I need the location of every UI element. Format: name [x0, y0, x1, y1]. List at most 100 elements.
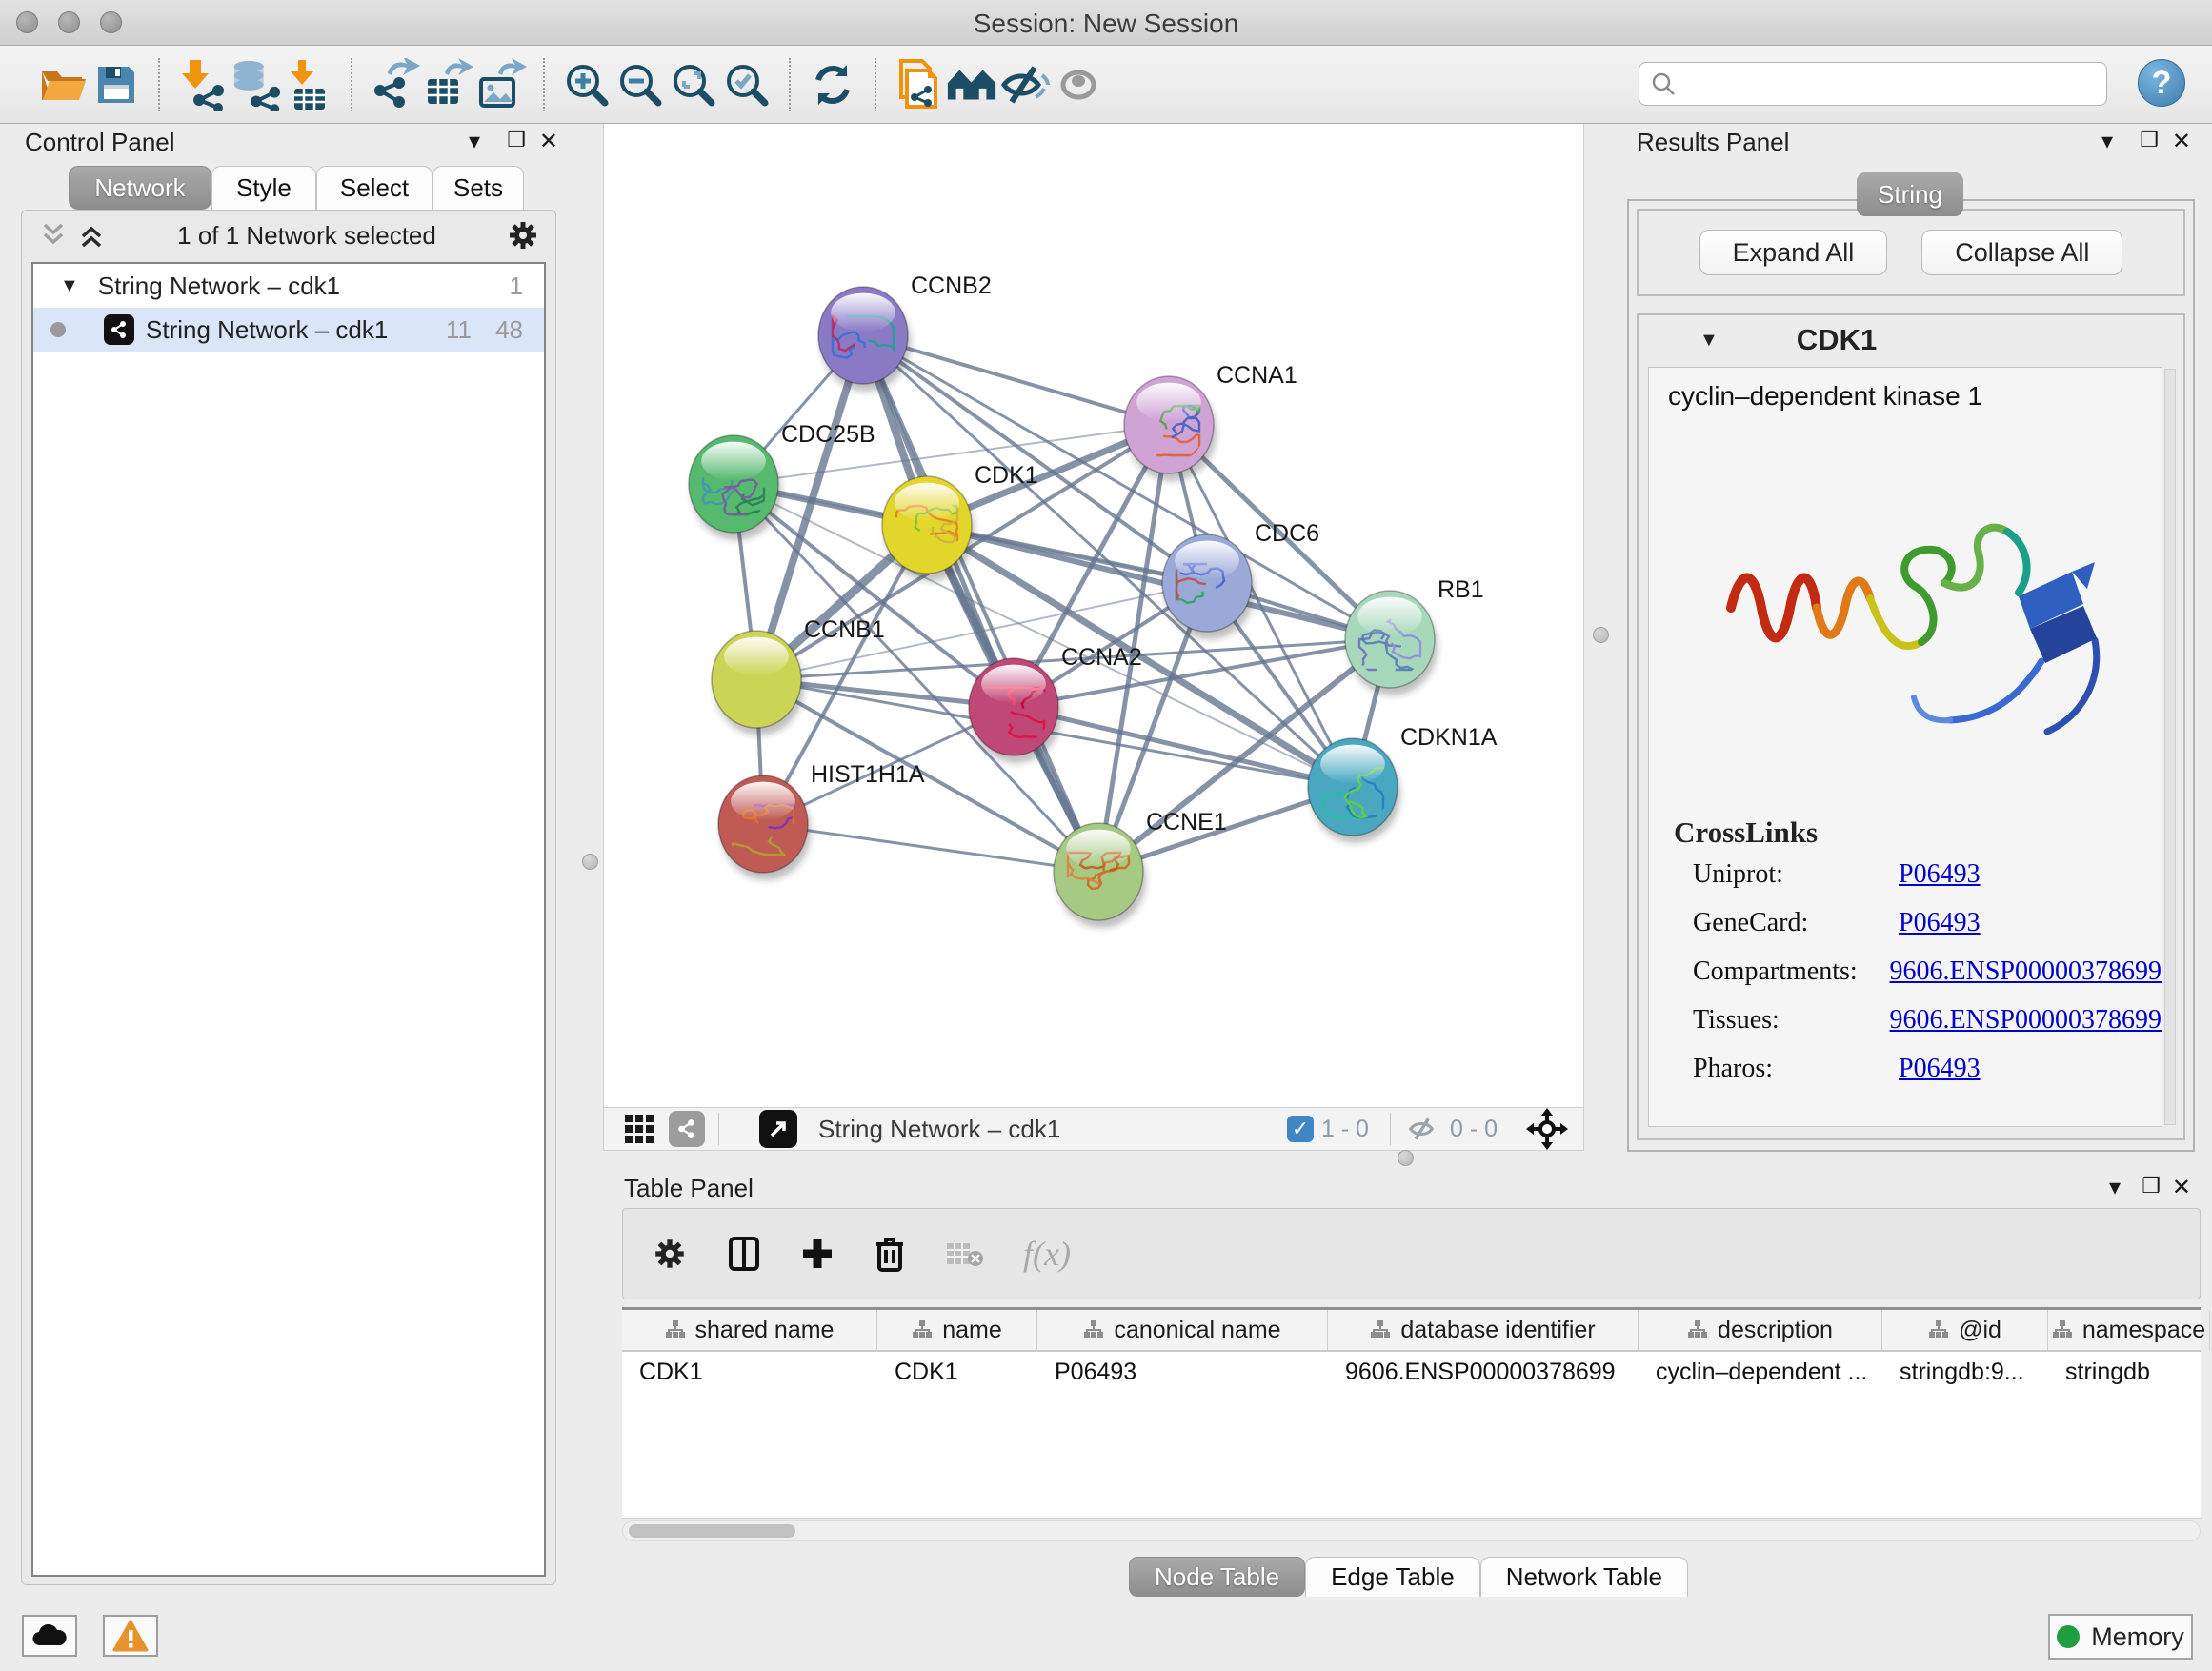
collapse-all-button[interactable]: Collapse All	[1921, 230, 2122, 275]
crosslink-link[interactable]: P06493	[1899, 859, 1981, 890]
network-options-gear-icon[interactable]	[506, 218, 540, 252]
results-panel-collapse-icon[interactable]: ▾	[2101, 128, 2113, 155]
column-header-namespace[interactable]: namespace	[2048, 1310, 2210, 1350]
open-in-new-window-icon[interactable]	[759, 1110, 797, 1148]
hide-selected-button[interactable]	[998, 56, 1052, 113]
tab-edge-table[interactable]: Edge Table	[1305, 1557, 1480, 1597]
tab-string[interactable]: String	[1857, 172, 1963, 216]
protein-node-cdkn1a[interactable]: CDKN1A	[1308, 724, 1498, 843]
table-panel-float-icon[interactable]: ❒	[2142, 1174, 2161, 1198]
crosslink-link[interactable]: P06493	[1899, 1054, 1981, 1084]
zoom-fit-button[interactable]	[667, 56, 720, 113]
expand-all-button[interactable]: Expand All	[1699, 230, 1888, 275]
crosslink-link[interactable]: 9606.ENSP00000378699	[1890, 1005, 2162, 1036]
column-header-shared-name[interactable]: shared name	[622, 1310, 877, 1350]
string-network-graph[interactable]: CCNB2CCNA1CDC25BCDK1CDC6RB1CCNB1CCNA2CDK…	[604, 124, 1585, 1107]
selected-items-checkbox[interactable]: ✓	[1287, 1116, 1314, 1142]
refresh-button[interactable]	[806, 56, 859, 113]
network-edge[interactable]	[927, 525, 1390, 639]
open-session-button[interactable]	[36, 56, 90, 113]
crosslink-link[interactable]: 9606.ENSP00000378699	[1890, 956, 2162, 987]
table-panel-collapse-icon[interactable]: ▾	[2109, 1174, 2121, 1201]
add-column-icon[interactable]	[800, 1237, 835, 1271]
column-header-database-identifier[interactable]: database identifier	[1328, 1310, 1639, 1350]
cloud-status-button[interactable]	[22, 1615, 77, 1657]
collection-caret-icon[interactable]: ▼	[60, 275, 79, 297]
collapse-all-networks-icon[interactable]	[75, 221, 108, 250]
network-edge[interactable]	[863, 335, 1098, 872]
control-panel-close-icon[interactable]: ✕	[539, 128, 558, 155]
gene-caret-icon[interactable]: ▼	[1699, 330, 1719, 352]
scrollbar-thumb[interactable]	[629, 1524, 795, 1538]
search-input[interactable]	[1678, 70, 2106, 98]
table-cell[interactable]: cyclin–dependent ...	[1639, 1352, 1882, 1392]
gene-section-header[interactable]: ▼ CDK1	[1639, 315, 2183, 365]
zoom-selected-button[interactable]	[720, 56, 774, 113]
tab-network[interactable]: Network	[69, 166, 211, 210]
export-network-button[interactable]	[368, 56, 421, 113]
network-row[interactable]: String Network – cdk1 11 48	[33, 308, 544, 352]
group-nodes-button[interactable]	[945, 56, 998, 113]
network-view-canvas[interactable]: CCNB2CCNA1CDC25BCDK1CDC6RB1CCNB1CCNA2CDK…	[603, 124, 1584, 1107]
delete-column-icon[interactable]	[875, 1235, 905, 1273]
crosslinks-block: CrossLinks Uniprot:P06493GeneCard:P06493…	[1668, 815, 2162, 1084]
tab-sets[interactable]: Sets	[432, 166, 524, 210]
export-image-button[interactable]	[474, 56, 528, 113]
table-row[interactable]: CDK1CDK1P064939606.ENSP00000378699cyclin…	[622, 1352, 2201, 1392]
results-panel-float-icon[interactable]: ❒	[2140, 128, 2159, 152]
tab-style[interactable]: Style	[211, 166, 316, 210]
table-cell[interactable]: stringdb:9...	[1882, 1352, 2048, 1392]
results-panel-close-icon[interactable]: ✕	[2172, 128, 2191, 155]
table-options-gear-icon[interactable]	[652, 1236, 688, 1272]
control-panel-title: Control Panel	[25, 128, 175, 157]
table-cell[interactable]: CDK1	[877, 1352, 1037, 1392]
save-session-button[interactable]	[90, 56, 143, 113]
control-panel-float-icon[interactable]: ❒	[507, 128, 526, 152]
expand-all-networks-icon[interactable]	[37, 221, 70, 250]
table-horizontal-scrollbar[interactable]	[622, 1520, 2201, 1541]
import-network-button[interactable]	[175, 56, 229, 113]
import-network-from-database-button[interactable]	[229, 56, 282, 113]
protein-node-ccne1[interactable]: CCNE1	[1054, 809, 1227, 928]
zoom-out-button[interactable]	[613, 56, 667, 113]
show-columns-icon[interactable]	[728, 1235, 760, 1273]
import-table-button[interactable]	[282, 56, 335, 113]
help-button[interactable]: ?	[2138, 59, 2185, 107]
horizontal-splitter-handle[interactable]	[1398, 1150, 1414, 1166]
tab-select[interactable]: Select	[316, 166, 432, 210]
protein-node-rb1[interactable]: RB1	[1345, 576, 1484, 695]
hidden-items-eye-icon[interactable]	[1404, 1114, 1442, 1144]
left-splitter-handle[interactable]	[582, 854, 598, 870]
protein-node-cdc6[interactable]: CDC6	[1162, 520, 1319, 639]
control-panel-collapse-icon[interactable]: ▾	[469, 128, 480, 155]
zoom-in-button[interactable]	[560, 56, 613, 113]
column-header-name[interactable]: name	[877, 1310, 1037, 1350]
table-cell[interactable]: stringdb	[2048, 1352, 2210, 1392]
clone-network-button[interactable]	[892, 56, 945, 113]
table-panel-close-icon[interactable]: ✕	[2172, 1174, 2191, 1201]
protein-node-ccnb1[interactable]: CCNB1	[712, 616, 885, 735]
table-cell[interactable]: 9606.ENSP00000378699	[1328, 1352, 1639, 1392]
memory-button[interactable]: Memory	[2048, 1614, 2193, 1660]
warning-status-button[interactable]	[103, 1615, 158, 1657]
network-edge[interactable]	[763, 824, 1098, 872]
column-header--id[interactable]: @id	[1882, 1310, 2048, 1350]
column-header-canonical-name[interactable]: canonical name	[1037, 1310, 1328, 1350]
tab-node-table[interactable]: Node Table	[1129, 1557, 1305, 1597]
crosslink-link[interactable]: P06493	[1899, 908, 1981, 938]
export-table-button[interactable]	[421, 56, 474, 113]
grid-view-icon[interactable]	[623, 1113, 655, 1145]
show-all-button[interactable]	[1052, 56, 1105, 113]
search-field[interactable]	[1639, 62, 2107, 106]
table-cell[interactable]: P06493	[1037, 1352, 1328, 1392]
network-collection-row[interactable]: ▼ String Network – cdk1 1	[33, 264, 544, 308]
table-cell[interactable]: CDK1	[622, 1352, 877, 1392]
network-badge-icon[interactable]	[669, 1111, 705, 1147]
right-splitter-handle[interactable]	[1593, 627, 1609, 643]
tab-network-table[interactable]: Network Table	[1480, 1557, 1688, 1597]
hide-eye-icon	[998, 62, 1052, 108]
results-scrollbar[interactable]	[2164, 369, 2176, 1125]
pan-move-icon[interactable]	[1526, 1108, 1568, 1150]
protein-node-hist1h1a[interactable]: HIST1H1A	[718, 761, 925, 880]
column-header-description[interactable]: description	[1639, 1310, 1882, 1350]
